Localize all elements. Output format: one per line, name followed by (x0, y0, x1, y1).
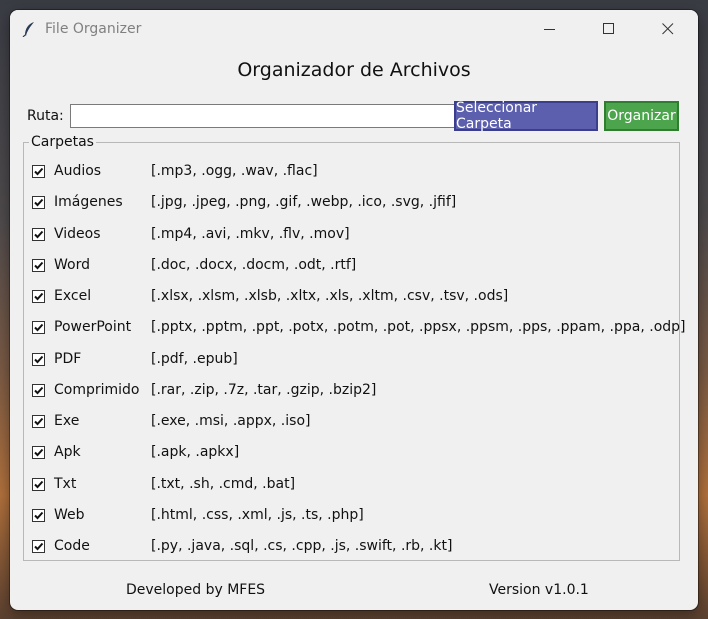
developer-credit: Developed by MFES (126, 582, 266, 598)
maximize-icon (603, 23, 614, 34)
checkmark-icon (34, 292, 44, 301)
checkmark-icon (34, 542, 44, 551)
folder-row: Web [.html, .css, .xml, .js, .ts, .php] (32, 505, 672, 527)
folder-category-label[interactable]: PDF (54, 351, 81, 367)
folder-checkbox[interactable] (32, 352, 45, 366)
folder-category-label[interactable]: Audios (54, 163, 101, 179)
checkmark-icon (34, 386, 44, 395)
folder-extensions: [.rar, .zip, .7z, .tar, .gzip, .bzip2] (151, 381, 377, 398)
select-folder-button[interactable]: Seleccionar Carpeta (454, 100, 598, 132)
version-label: Version v1.0.1 (489, 582, 589, 598)
folder-extensions: [.doc, .docx, .docm, .odt, .rtf] (151, 256, 357, 273)
folder-extensions: [.exe, .msi, .appx, .iso] (151, 413, 311, 429)
maximize-button[interactable] (586, 10, 632, 48)
close-icon (662, 23, 674, 35)
folder-category-label[interactable]: Exe (54, 413, 79, 429)
folder-extensions: [.mp3, .ogg, .wav, .flac] (151, 163, 318, 179)
folder-checkbox[interactable] (32, 196, 45, 210)
folder-row: Txt [.txt, .sh, .cmd, .bat] (32, 474, 672, 496)
folder-checkbox[interactable] (32, 477, 45, 491)
app-window: File Organizer Organizador de Archivos R… (10, 10, 698, 610)
checkmark-icon (34, 199, 44, 207)
folder-category-label[interactable]: PowerPoint (54, 319, 131, 335)
folder-category-label[interactable]: Imágenes (54, 194, 123, 210)
folder-checkbox[interactable] (32, 258, 45, 272)
checkmark-icon (34, 324, 44, 332)
folder-row: Videos [.mp4, .avi, .mkv, .flv, .mov] (32, 224, 672, 246)
folder-checkbox[interactable] (32, 446, 45, 460)
path-label: Ruta: (27, 108, 64, 124)
folder-category-label[interactable]: Txt (54, 476, 76, 492)
folder-extensions: [.pdf, .epub] (151, 350, 238, 367)
folder-extensions: [.apk, .apkx] (151, 444, 240, 461)
folder-category-label[interactable]: Web (54, 507, 85, 523)
folder-row: Imágenes [.jpg, .jpeg, .png, .gif, .webp,… (32, 192, 672, 214)
folder-row: PowerPoint [.pptx, .pptm, .ppt, .potx, .p… (32, 317, 686, 339)
folder-category-label[interactable]: Comprimido (54, 382, 140, 398)
folder-checkbox[interactable] (32, 508, 45, 522)
folder-extensions: [.txt, .sh, .cmd, .bat] (151, 475, 296, 492)
page-title: Organizador de Archivos (237, 59, 471, 81)
folder-row: PDF [.pdf, .epub] (32, 349, 672, 371)
checkmark-icon (34, 261, 44, 270)
folder-row: Exe [.exe, .msi, .appx, .iso] (32, 411, 672, 433)
checkmark-icon (34, 230, 44, 238)
folder-row: Excel [.xlsx, .xlsm, .xlsb, .xltx, .xls, … (32, 286, 672, 308)
folder-row: Comprimido [.rar, .zip, .7z, .tar, .gzip,… (32, 380, 672, 402)
folder-category-label[interactable]: Apk (54, 444, 81, 460)
feather-icon (22, 21, 36, 38)
folder-category-label[interactable]: Code (54, 538, 90, 554)
folder-category-label[interactable]: Word (54, 257, 90, 273)
folder-checkbox[interactable] (32, 227, 45, 241)
folder-row: Audios [.mp3, .ogg, .wav, .flac] (32, 161, 672, 183)
minimize-icon (544, 29, 555, 30)
folder-checkbox[interactable] (32, 290, 45, 303)
folder-checkbox[interactable] (32, 165, 45, 178)
folders-group-label: Carpetas (29, 134, 96, 150)
folder-extensions: [.py, .java, .sql, .cs, .cpp, .js, .swif… (151, 538, 453, 554)
checkmark-icon (34, 355, 44, 363)
minimize-button[interactable] (527, 10, 573, 48)
folder-extensions: [.mp4, .avi, .mkv, .flv, .mov] (151, 225, 350, 242)
checkmark-icon (34, 167, 44, 176)
checkmark-icon (34, 480, 44, 488)
close-button[interactable] (645, 10, 691, 48)
folder-checkbox[interactable] (32, 321, 45, 335)
window-title: File Organizer (45, 21, 142, 37)
folder-row: Apk [.apk, .apkx] (32, 442, 672, 464)
folder-extensions: [.html, .css, .xml, .js, .ts, .php] (151, 506, 364, 523)
folder-extensions: [.jpg, .jpeg, .png, .gif, .webp, .ico, .… (151, 194, 457, 211)
folder-category-label[interactable]: Excel (54, 288, 91, 304)
folder-checkbox[interactable] (32, 540, 45, 553)
folder-checkbox[interactable] (32, 415, 45, 428)
checkmark-icon (34, 511, 44, 520)
organize-button[interactable]: Organizar (604, 101, 679, 131)
title-bar: File Organizer (10, 10, 698, 48)
folder-row: Word [.doc, .docx, .docm, .odt, .rtf] (32, 255, 672, 277)
folder-row: Code [.py, .java, .sql, .cs, .cpp, .js, .… (32, 536, 672, 558)
path-input[interactable] (70, 104, 456, 128)
folder-extensions: [.xlsx, .xlsm, .xlsb, .xltx, .xls, .xltm… (151, 288, 509, 304)
checkmark-icon (34, 417, 44, 426)
folder-checkbox[interactable] (32, 383, 45, 397)
folder-category-label[interactable]: Videos (54, 226, 101, 242)
folder-extensions: [.pptx, .pptm, .ppt, .potx, .potm, .pot,… (151, 319, 686, 336)
checkmark-icon (34, 449, 44, 457)
